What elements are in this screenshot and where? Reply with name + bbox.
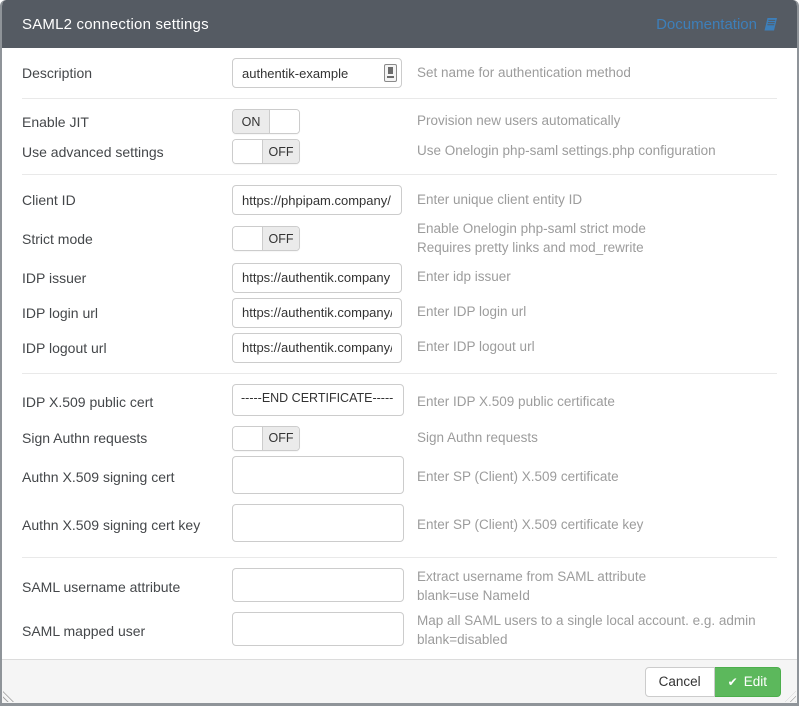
enable-jit-label: Enable JIT (22, 114, 232, 130)
client-id-input[interactable] (232, 185, 402, 215)
toggle-off-label: OFF (262, 227, 299, 250)
saml2-settings-modal: SAML2 connection settings Documentation (0, 0, 799, 706)
strict-mode-label: Strict mode (22, 231, 232, 247)
row-enable-jit: Enable JIT ON Provision new users automa… (22, 109, 777, 134)
documentation-link[interactable]: Documentation (656, 16, 779, 33)
toggle-off-label: OFF (262, 427, 299, 450)
section-jit: Enable JIT ON Provision new users automa… (22, 99, 777, 175)
enable-jit-hint: Provision new users automatically (417, 112, 777, 131)
idp-login-url-hint: Enter IDP login url (417, 303, 777, 322)
description-label: Description (22, 65, 232, 81)
saml-username-attribute-hint: Extract username from SAML attribute bla… (417, 568, 777, 606)
toggle-knob (233, 427, 262, 450)
idp-login-url-input[interactable] (232, 298, 402, 328)
sign-authn-label: Sign Authn requests (22, 430, 232, 446)
row-idp-issuer: IDP issuer Enter idp issuer (22, 263, 777, 293)
toggle-knob (233, 140, 262, 163)
row-authn-cert: Authn X.509 signing cert Enter SP (Clien… (22, 456, 777, 499)
row-authn-cert-key: Authn X.509 signing cert key Enter SP (C… (22, 504, 777, 547)
authn-cert-key-textarea[interactable] (232, 504, 404, 542)
client-id-hint: Enter unique client entity ID (417, 191, 777, 210)
toggle-knob (270, 110, 299, 133)
description-input-wrap (232, 58, 402, 88)
saml-username-attribute-textarea[interactable] (232, 568, 404, 602)
idp-login-url-label: IDP login url (22, 305, 232, 321)
idp-logout-url-label: IDP logout url (22, 340, 232, 356)
edit-button[interactable]: ✔ Edit (715, 667, 781, 697)
cancel-button[interactable]: Cancel (645, 667, 715, 697)
idp-issuer-hint: Enter idp issuer (417, 268, 777, 287)
idp-cert-label: IDP X.509 public cert (22, 394, 232, 410)
row-saml-mapped-user: SAML mapped user Map all SAML users to a… (22, 612, 777, 651)
section-certs: IDP X.509 public cert -----END CERTIFICA… (22, 374, 777, 558)
toggle-knob (233, 227, 262, 250)
row-idp-logout-url: IDP logout url Enter IDP logout url (22, 333, 777, 363)
row-advanced-settings: Use advanced settings OFF Use Onelogin p… (22, 139, 777, 164)
authn-cert-hint: Enter SP (Client) X.509 certificate (417, 468, 777, 487)
saml-mapped-user-hint: Map all SAML users to a single local acc… (417, 612, 777, 650)
client-id-label: Client ID (22, 192, 232, 208)
sign-authn-hint: Sign Authn requests (417, 429, 777, 448)
section-mapping: SAML username attribute Extract username… (22, 558, 777, 659)
idp-logout-url-input[interactable] (232, 333, 402, 363)
idp-logout-url-hint: Enter IDP logout url (417, 338, 777, 357)
row-saml-username-attribute: SAML username attribute Extract username… (22, 568, 777, 607)
check-icon: ✔ (728, 675, 738, 689)
modal-header: SAML2 connection settings Documentation (2, 0, 797, 48)
strict-mode-toggle[interactable]: OFF (232, 226, 300, 251)
authn-cert-key-label: Authn X.509 signing cert key (22, 517, 232, 533)
enable-jit-toggle[interactable]: ON (232, 109, 300, 134)
modal-body: Description Set name for authentication … (2, 48, 797, 659)
book-icon (763, 17, 779, 32)
advanced-settings-label: Use advanced settings (22, 144, 232, 160)
toggle-off-label: OFF (262, 140, 299, 163)
documentation-link-label: Documentation (656, 16, 757, 33)
idp-cert-textarea[interactable]: -----END CERTIFICATE----- (232, 384, 404, 416)
saml-username-attribute-label: SAML username attribute (22, 579, 232, 595)
modal-footer: Cancel ✔ Edit (2, 659, 797, 703)
row-sign-authn: Sign Authn requests OFF Sign Authn reque… (22, 426, 777, 451)
authn-cert-textarea[interactable] (232, 456, 404, 494)
idp-cert-hint: Enter IDP X.509 public certificate (417, 393, 777, 412)
page-title: SAML2 connection settings (22, 16, 209, 33)
cancel-button-label: Cancel (659, 674, 701, 689)
idp-issuer-label: IDP issuer (22, 270, 232, 286)
row-client-id: Client ID Enter unique client entity ID (22, 185, 777, 215)
section-description: Description Set name for authentication … (22, 48, 777, 99)
idp-issuer-input[interactable] (232, 263, 402, 293)
strict-mode-hint: Enable Onelogin php-saml strict mode Req… (417, 220, 777, 258)
sign-authn-toggle[interactable]: OFF (232, 426, 300, 451)
advanced-settings-toggle[interactable]: OFF (232, 139, 300, 164)
row-idp-cert: IDP X.509 public cert -----END CERTIFICA… (22, 384, 777, 421)
section-idp: Client ID Enter unique client entity ID … (22, 175, 777, 374)
toggle-on-label: ON (233, 110, 270, 133)
saml-mapped-user-textarea[interactable] (232, 612, 404, 646)
description-input[interactable] (232, 58, 402, 88)
row-idp-login-url: IDP login url Enter IDP login url (22, 298, 777, 328)
advanced-settings-hint: Use Onelogin php-saml settings.php confi… (417, 142, 777, 161)
row-description: Description Set name for authentication … (22, 58, 777, 88)
saml-mapped-user-label: SAML mapped user (22, 623, 232, 639)
edit-button-label: Edit (744, 674, 767, 689)
autofill-icon[interactable] (384, 64, 397, 82)
authn-cert-label: Authn X.509 signing cert (22, 469, 232, 485)
authn-cert-key-hint: Enter SP (Client) X.509 certificate key (417, 516, 777, 535)
description-hint: Set name for authentication method (417, 64, 777, 83)
row-strict-mode: Strict mode OFF Enable Onelogin php-saml… (22, 220, 777, 258)
